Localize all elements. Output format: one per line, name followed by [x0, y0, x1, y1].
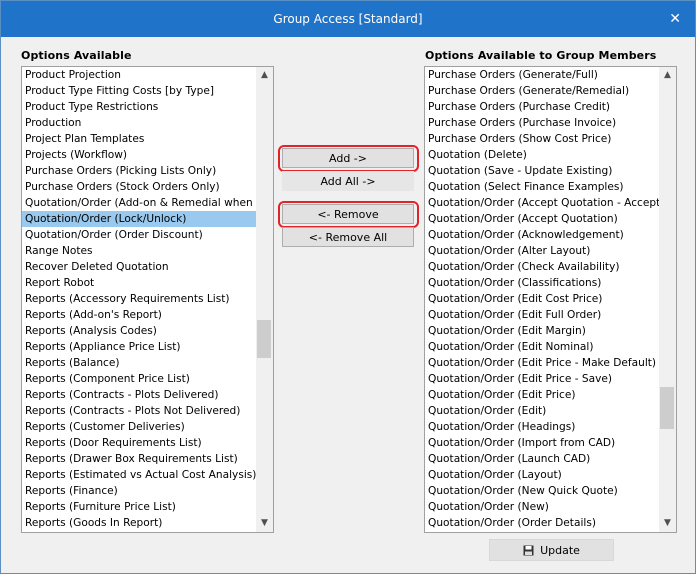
add-all-button[interactable]: Add All ->: [282, 171, 414, 191]
list-item[interactable]: Reports (Door Requirements List): [22, 435, 256, 451]
list-item[interactable]: Product Type Fitting Costs [by Type]: [22, 83, 256, 99]
list-item[interactable]: Reports (Contracts - Plots Not Delivered…: [22, 403, 256, 419]
list-item[interactable]: Quotation/Order (Lock/Unlock): [22, 211, 256, 227]
options-available-list[interactable]: Product Projection Product Type Fitting C…: [21, 66, 274, 533]
options-available-label: Options Available: [21, 49, 132, 62]
group-access-dialog: Group Access [Standard] ✕ Options Availa…: [0, 0, 696, 574]
list-item[interactable]: Quotation/Order (Launch CAD): [425, 451, 659, 467]
list-item[interactable]: Range Notes: [22, 243, 256, 259]
floppy-disk-icon: [523, 545, 534, 556]
list-item[interactable]: Quotation/Order (Edit Price - Make Defau…: [425, 355, 659, 371]
list-item[interactable]: Quotation/Order (New Quick Quote): [425, 483, 659, 499]
list-item[interactable]: Quotation (Delete): [425, 147, 659, 163]
list-item[interactable]: Quotation/Order (Add-on & Remedial when …: [22, 195, 256, 211]
list-item[interactable]: Purchase Orders (Picking Lists Only): [22, 163, 256, 179]
left-scrollbar[interactable]: ▲ ▼: [256, 67, 273, 532]
list-item[interactable]: Production: [22, 115, 256, 131]
list-item[interactable]: Reports (Estimated vs Actual Cost Analys…: [22, 467, 256, 483]
list-item[interactable]: Reports (Balance): [22, 355, 256, 371]
list-item[interactable]: Purchase Orders (Purchase Credit): [425, 99, 659, 115]
list-item[interactable]: Reports (Customer Deliveries): [22, 419, 256, 435]
list-item[interactable]: Reports (Appliance Price List): [22, 339, 256, 355]
list-item[interactable]: Purchase Orders (Show Cost Price): [425, 131, 659, 147]
list-item[interactable]: Quotation (Select Finance Examples): [425, 179, 659, 195]
list-item[interactable]: Quotation/Order (Order Discount): [22, 227, 256, 243]
list-item[interactable]: Reports (Component Price List): [22, 371, 256, 387]
list-item[interactable]: Purchase Orders (Generate/Full): [425, 67, 659, 83]
chevron-down-icon[interactable]: ▼: [659, 515, 676, 532]
chevron-up-icon[interactable]: ▲: [256, 67, 273, 84]
list-item[interactable]: Reports (Drawer Box Requirements List): [22, 451, 256, 467]
list-item[interactable]: Quotation/Order (Layout): [425, 467, 659, 483]
list-item[interactable]: Reports (Analysis Codes): [22, 323, 256, 339]
list-item[interactable]: Quotation/Order (Edit Full Order): [425, 307, 659, 323]
list-item[interactable]: Reports (Contracts - Plots Delivered): [22, 387, 256, 403]
list-item[interactable]: Purchase Orders (Stock Orders Only): [22, 179, 256, 195]
list-item[interactable]: Reports (Finance): [22, 483, 256, 499]
list-item[interactable]: Quotation/Order (Headings): [425, 419, 659, 435]
left-scroll-thumb[interactable]: [257, 320, 271, 358]
list-item[interactable]: Quotation/Order (Edit Price): [425, 387, 659, 403]
list-item[interactable]: Quotation (Save - Update Existing): [425, 163, 659, 179]
remove-all-button[interactable]: <- Remove All: [282, 227, 414, 247]
window-title: Group Access [Standard]: [273, 12, 423, 26]
list-item[interactable]: Quotation/Order (Edit Price - Save): [425, 371, 659, 387]
list-item[interactable]: Quotation/Order (Accept Quotation): [425, 211, 659, 227]
update-label: Update: [540, 544, 580, 557]
list-item[interactable]: Quotation/Order (Order Details): [425, 515, 659, 531]
group-options-label: Options Available to Group Members: [425, 49, 657, 62]
group-options-list[interactable]: Purchase Orders (Generate/Full) Purchase …: [424, 66, 677, 533]
group-options-items: Purchase Orders (Generate/Full) Purchase …: [425, 67, 659, 532]
list-item[interactable]: Quotation/Order (Edit Cost Price): [425, 291, 659, 307]
update-button[interactable]: Update: [489, 539, 614, 561]
list-item[interactable]: Report Robot: [22, 275, 256, 291]
list-item[interactable]: Quotation/Order (Edit Nominal): [425, 339, 659, 355]
list-item[interactable]: Reports (Add-on's Report): [22, 307, 256, 323]
list-item[interactable]: Reports (Goods In Report): [22, 515, 256, 531]
list-item[interactable]: Quotation/Order (Classifications): [425, 275, 659, 291]
list-item[interactable]: Quotation/Order (Edit Margin): [425, 323, 659, 339]
list-item[interactable]: Quotation/Order (Edit): [425, 403, 659, 419]
list-item[interactable]: Product Projection: [22, 67, 256, 83]
list-item[interactable]: Projects (Workflow): [22, 147, 256, 163]
title-bar: Group Access [Standard] ✕: [1, 1, 695, 37]
list-item[interactable]: Recover Deleted Quotation: [22, 259, 256, 275]
list-item[interactable]: Reports (Furniture Price List): [22, 499, 256, 515]
right-scrollbar[interactable]: ▲ ▼: [659, 67, 676, 532]
list-item[interactable]: Purchase Orders (Purchase Invoice): [425, 115, 659, 131]
add-button-highlight: [278, 145, 419, 172]
remove-button-highlight: [278, 201, 419, 228]
list-item[interactable]: Reports (Accessory Requirements List): [22, 291, 256, 307]
list-item[interactable]: Purchase Orders (Generate/Remedial): [425, 83, 659, 99]
list-item[interactable]: Quotation/Order (Import from CAD): [425, 435, 659, 451]
right-scroll-thumb[interactable]: [660, 387, 674, 429]
list-item[interactable]: Quotation/Order (Alter Layout): [425, 243, 659, 259]
chevron-down-icon[interactable]: ▼: [256, 515, 273, 532]
list-item[interactable]: Quotation/Order (New): [425, 499, 659, 515]
chevron-up-icon[interactable]: ▲: [659, 67, 676, 84]
list-item[interactable]: Quotation/Order (Accept Quotation - Acce…: [425, 195, 659, 211]
list-item[interactable]: Quotation/Order (Check Availability): [425, 259, 659, 275]
list-item[interactable]: Product Type Restrictions: [22, 99, 256, 115]
close-icon[interactable]: ✕: [669, 1, 681, 37]
options-available-items: Product Projection Product Type Fitting C…: [22, 67, 256, 532]
list-item[interactable]: Quotation/Order (Acknowledgement): [425, 227, 659, 243]
list-item[interactable]: Project Plan Templates: [22, 131, 256, 147]
